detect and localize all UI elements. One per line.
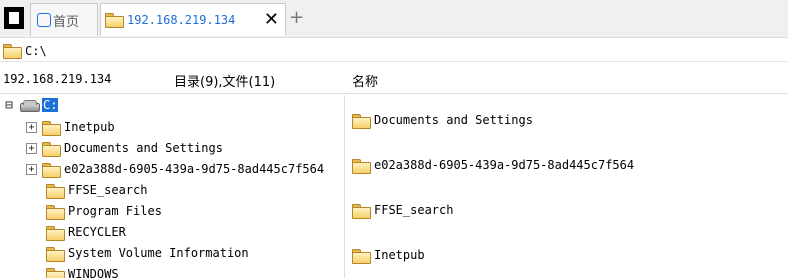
tree-item-label: Documents and Settings — [64, 141, 223, 155]
close-icon[interactable]: ✕ — [264, 11, 279, 29]
folder-icon — [46, 225, 65, 241]
folder-icon — [352, 113, 371, 129]
folder-icon — [46, 267, 65, 278]
tab-home[interactable]: 首页 — [30, 3, 98, 36]
collapse-icon[interactable]: ⊟ — [3, 99, 15, 112]
folder-icon — [46, 204, 65, 220]
folder-icon — [3, 44, 22, 59]
folder-icon — [105, 13, 124, 28]
list-item-label: FFSE_search — [374, 203, 454, 217]
tree-item[interactable]: + e02a388d-6905-439a-9d75-8ad445c7f564 — [26, 159, 324, 179]
list-item-label: Inetpub — [374, 248, 425, 262]
tree-root-label: C: — [42, 98, 59, 112]
folder-icon — [42, 162, 61, 178]
list-item[interactable]: e02a388d-6905-439a-9d75-8ad445c7f564 — [352, 155, 634, 175]
folder-icon — [42, 120, 61, 136]
tree-item-label: FFSE_search — [68, 183, 148, 197]
file-list: Documents and Settings e02a388d-6905-439… — [346, 95, 788, 278]
list-item-label: Documents and Settings — [374, 113, 533, 127]
expand-icon[interactable]: + — [26, 121, 37, 133]
tree-root-drive[interactable]: ⊟ C: — [3, 95, 59, 115]
host-label: 192.168.219.134 — [3, 72, 112, 86]
tab-connection[interactable]: 192.168.219.134 ✕ — [100, 3, 286, 36]
item-counts: 目录(9),文件(11) — [174, 75, 276, 90]
file-list-header: 192.168.219.134 目录(9),文件(11) 名称 — [0, 64, 788, 94]
tree-item[interactable]: + Inetpub — [26, 117, 115, 137]
tree-item-label: Program Files — [68, 204, 162, 218]
folder-icon — [352, 248, 371, 264]
tree-item-label: System Volume Information — [68, 246, 249, 260]
path-value: C:\ — [25, 43, 47, 58]
list-item[interactable]: FFSE_search — [352, 200, 453, 220]
tree-item-label: e02a388d-6905-439a-9d75-8ad445c7f564 — [64, 162, 325, 176]
tree-item[interactable]: WINDOWS — [46, 264, 119, 278]
list-item[interactable]: Inetpub — [352, 245, 425, 265]
tab-bar: 首页 192.168.219.134 ✕ + — [0, 0, 788, 38]
tree-item[interactable]: FFSE_search — [46, 180, 147, 200]
add-tab-button[interactable]: + — [289, 9, 304, 27]
tree-item-label: RECYCLER — [68, 225, 126, 239]
tab-connection-label: 192.168.219.134 — [127, 12, 236, 27]
folder-icon — [46, 183, 65, 199]
list-item-label: e02a388d-6905-439a-9d75-8ad445c7f564 — [374, 158, 635, 172]
tree-item[interactable]: RECYCLER — [46, 222, 126, 242]
drive-icon — [20, 100, 40, 112]
folder-icon — [42, 141, 61, 157]
directory-tree: ⊟ C: + Inetpub + Documents and Settings … — [0, 95, 345, 278]
tab-home-label: 首页 — [53, 14, 80, 30]
tree-item-label: Inetpub — [64, 120, 115, 134]
expand-icon[interactable]: + — [26, 163, 37, 175]
folder-icon — [352, 158, 371, 174]
folder-icon — [46, 246, 65, 262]
tree-item[interactable]: + Documents and Settings — [26, 138, 223, 158]
name-column-header[interactable]: 名称 — [352, 71, 378, 90]
tree-item[interactable]: System Volume Information — [46, 243, 249, 263]
expand-icon[interactable]: + — [26, 142, 37, 154]
app-logo-icon[interactable] — [4, 7, 24, 29]
folder-icon — [352, 203, 371, 219]
tree-item[interactable]: Program Files — [46, 201, 162, 221]
tree-item-label: WINDOWS — [68, 267, 119, 278]
path-bar[interactable]: C:\ — [0, 40, 788, 62]
list-item[interactable]: Documents and Settings — [352, 110, 533, 130]
home-icon — [37, 13, 51, 27]
